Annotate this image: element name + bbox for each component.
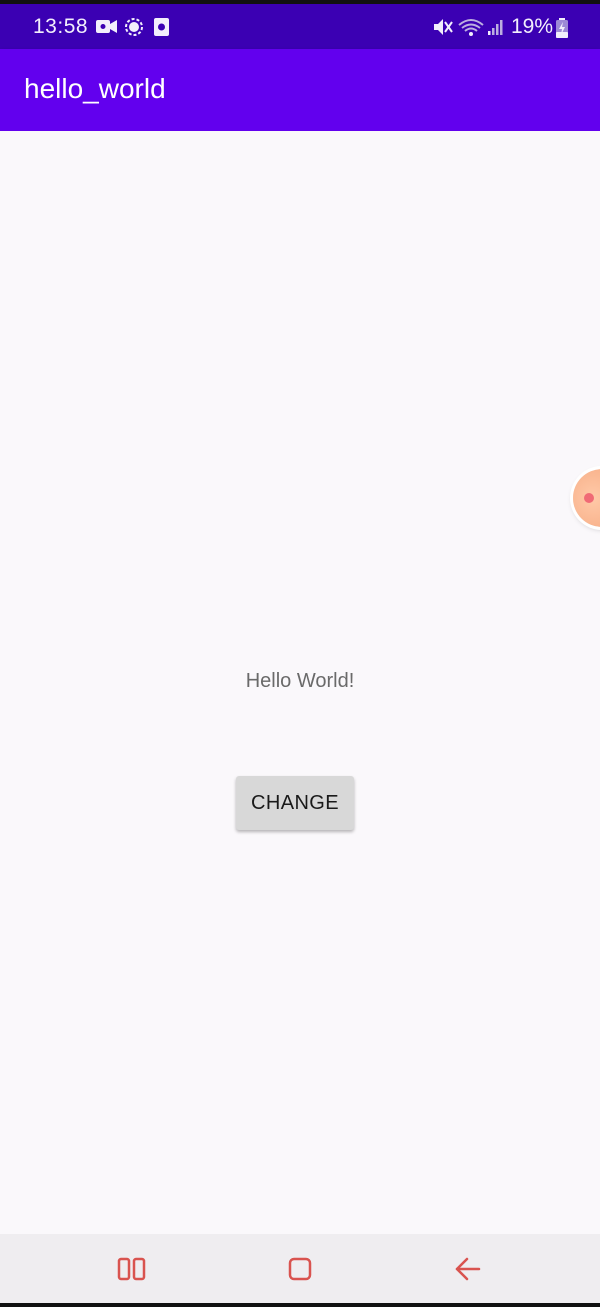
- cell-signal-icon: [488, 20, 503, 35]
- battery-percent: 19%: [511, 15, 554, 38]
- bubble-dot: [584, 493, 594, 503]
- video-recorder-icon: [96, 20, 117, 33]
- navigation-bar: [0, 1234, 600, 1303]
- screenshot-icon: [154, 18, 169, 36]
- home-icon: [288, 1257, 312, 1281]
- home-button[interactable]: [280, 1252, 320, 1286]
- change-button[interactable]: CHANGE: [236, 776, 354, 830]
- device-screen: 13:58 19% hello_world Hello World! CHANG…: [0, 0, 600, 1307]
- signal-app-icon: [125, 18, 143, 36]
- hello-text: Hello World!: [245, 670, 355, 692]
- bottom-edge: [0, 1303, 600, 1307]
- status-right-icons: [434, 19, 503, 36]
- recent-apps-icon: [117, 1257, 146, 1281]
- back-icon: [455, 1257, 481, 1281]
- battery-charging-icon: [556, 18, 568, 38]
- status-bar: 13:58 19%: [0, 4, 600, 49]
- app-bar: hello_world: [0, 49, 600, 131]
- status-time: 13:58: [33, 15, 89, 38]
- recent-apps-button[interactable]: [112, 1252, 152, 1286]
- mute-icon: [434, 19, 453, 35]
- main-content: Hello World! CHANGE: [0, 131, 600, 1234]
- status-left-icons: [96, 18, 169, 36]
- wifi-icon: [458, 19, 484, 36]
- app-title: hello_world: [24, 73, 166, 104]
- back-button[interactable]: [448, 1252, 488, 1286]
